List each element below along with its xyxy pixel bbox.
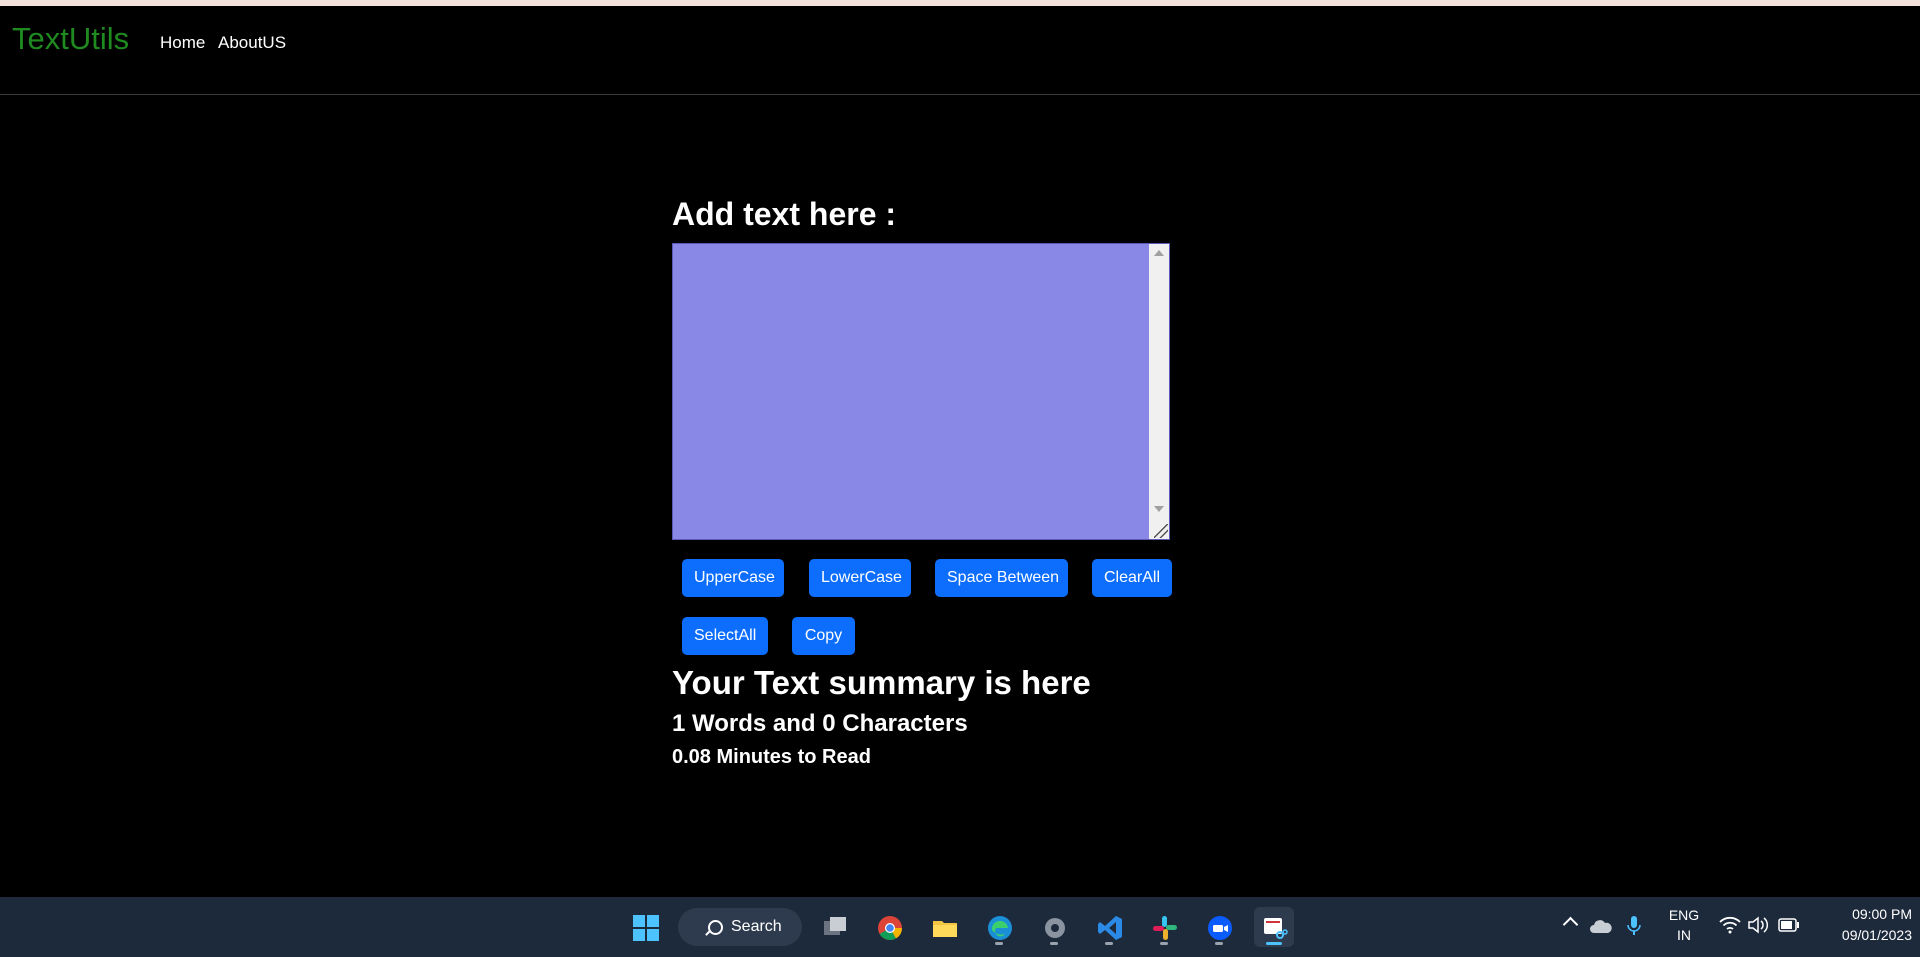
- wifi-icon[interactable]: [1719, 916, 1741, 939]
- task-view-icon[interactable]: [814, 907, 854, 947]
- settings-running-indicator: [1050, 942, 1058, 945]
- file-explorer-icon[interactable]: [924, 907, 964, 947]
- textarea-scrollbar[interactable]: [1149, 244, 1169, 539]
- text-input-container: [672, 243, 1170, 540]
- edge-icon[interactable]: [979, 907, 1019, 947]
- vscode-running-indicator: [1105, 942, 1113, 945]
- uppercase-button[interactable]: UpperCase: [682, 559, 784, 597]
- search-icon: [708, 920, 723, 935]
- snipping-tool-active-indicator: [1266, 942, 1282, 945]
- resize-grip-icon[interactable]: [1154, 524, 1168, 538]
- text-input[interactable]: [673, 244, 1151, 539]
- page-title: Add text here :: [672, 196, 897, 232]
- nav-link-about[interactable]: AboutUS: [218, 33, 286, 53]
- clear-all-button[interactable]: ClearAll: [1092, 559, 1172, 597]
- copy-button[interactable]: Copy: [792, 617, 855, 655]
- navbar: TextUtils Home AboutUS: [0, 6, 1920, 95]
- slack-icon[interactable]: [1144, 907, 1184, 947]
- slack-running-indicator: [1160, 942, 1168, 945]
- edge-running-indicator: [995, 942, 1003, 945]
- battery-icon[interactable]: [1778, 918, 1800, 937]
- scroll-up-arrow-icon[interactable]: [1154, 250, 1164, 256]
- scroll-down-arrow-icon[interactable]: [1154, 506, 1164, 512]
- onedrive-cloud-icon[interactable]: [1589, 917, 1613, 940]
- taskbar: Search ENG IN 09:00 PM 09/01/2023: [0, 897, 1920, 957]
- word-character-count: 1 Words and 0 Characters: [672, 710, 968, 737]
- windows-start-icon[interactable]: [625, 907, 665, 947]
- clock-time[interactable]: 09:00 PM: [1812, 906, 1912, 922]
- reading-time: 0.08 Minutes to Read: [672, 746, 871, 768]
- microphone-icon[interactable]: [1627, 915, 1641, 942]
- clock-date[interactable]: 09/01/2023: [1812, 927, 1912, 943]
- nav-link-home[interactable]: Home: [160, 33, 205, 53]
- vscode-icon[interactable]: [1089, 907, 1129, 947]
- space-between-button[interactable]: Space Between: [935, 559, 1068, 597]
- zoom-icon[interactable]: [1199, 907, 1239, 947]
- language-indicator-line2[interactable]: IN: [1666, 927, 1702, 943]
- taskbar-search-button[interactable]: Search: [678, 908, 802, 946]
- show-hidden-icons-chevron-icon[interactable]: [1562, 916, 1579, 933]
- brand-logo[interactable]: TextUtils: [12, 21, 129, 57]
- chrome-icon[interactable]: [869, 907, 909, 947]
- zoom-running-indicator: [1215, 942, 1223, 945]
- select-all-button[interactable]: SelectAll: [682, 617, 768, 655]
- taskbar-search-label: Search: [731, 918, 782, 935]
- summary-title: Your Text summary is here: [672, 664, 1091, 701]
- language-indicator-line1[interactable]: ENG: [1666, 907, 1702, 923]
- lowercase-button[interactable]: LowerCase: [809, 559, 911, 597]
- volume-icon[interactable]: [1748, 916, 1770, 939]
- snipping-tool-icon[interactable]: [1254, 907, 1294, 947]
- settings-icon[interactable]: [1034, 907, 1074, 947]
